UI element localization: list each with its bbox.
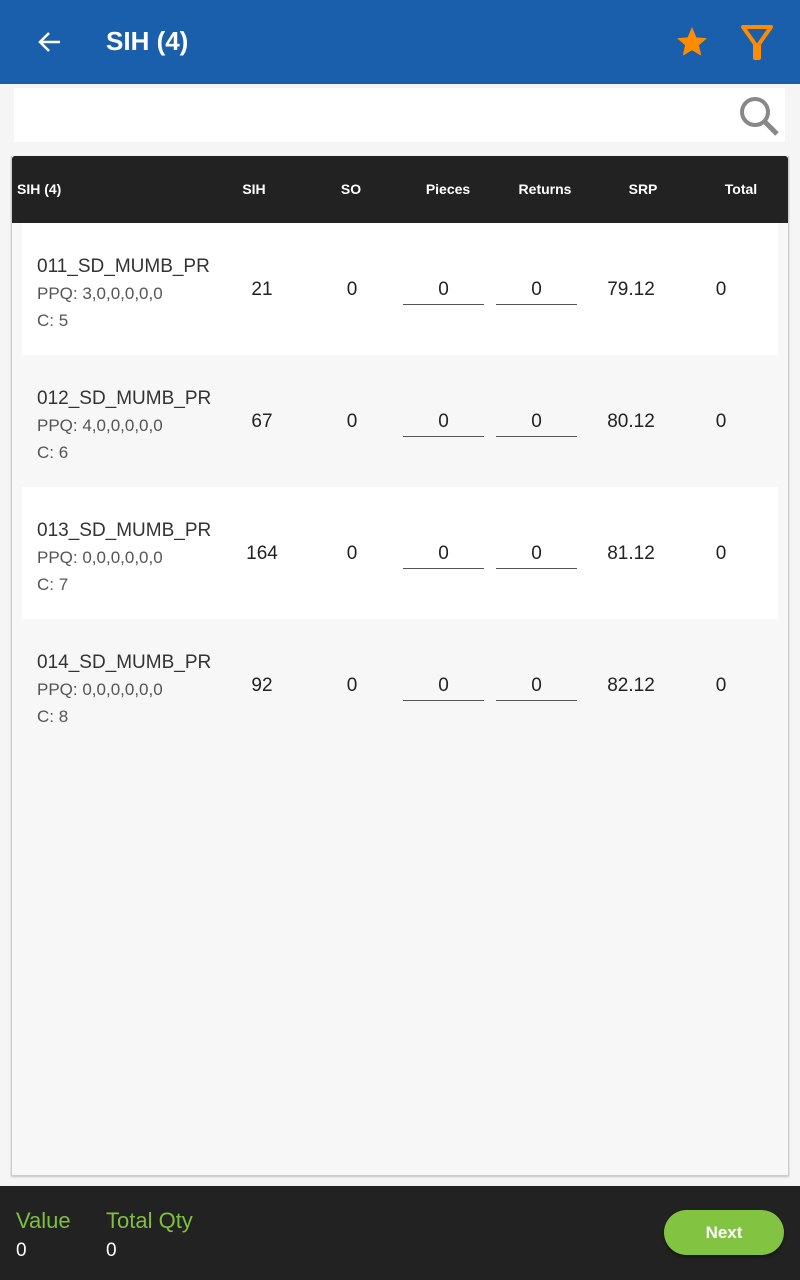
so-value: 0 [346,543,358,564]
product-info: 013_SD_MUMB_PR PPQ: 0,0,0,0,0,0 C: 7 [37,517,211,598]
table-header: SIH (4) SIH SO Pieces Returns SRP Total [12,156,788,223]
table-row: 013_SD_MUMB_PR PPQ: 0,0,0,0,0,0 C: 7 164… [22,487,778,619]
value-amount: 0 [16,1240,27,1261]
search-bar [14,88,785,142]
app-bar: SIH (4) [0,0,800,84]
total-value: 0 [715,543,727,564]
pieces-input[interactable] [403,407,484,437]
product-table: SIH (4) SIH SO Pieces Returns SRP Total … [11,156,789,1176]
product-name: 011_SD_MUMB_PR [37,256,210,277]
srp-value: 81.12 [607,543,655,564]
total-qty-label: Total Qty [106,1208,193,1233]
product-name: 012_SD_MUMB_PR [37,388,212,409]
product-c: C: 5 [37,311,69,330]
sih-value: 164 [246,543,278,564]
value-label: Value [16,1208,71,1233]
star-icon[interactable] [674,24,710,60]
col-header-srp: SRP [628,181,658,197]
product-c: C: 6 [37,443,69,462]
next-button[interactable]: Next [664,1210,784,1255]
total-value: 0 [715,675,727,696]
product-c: C: 7 [37,575,69,594]
col-header-pieces: Pieces [425,181,471,197]
table-row: 011_SD_MUMB_PR PPQ: 3,0,0,0,0,0 C: 5 21 … [22,223,778,355]
col-header-sih: SIH [242,181,266,197]
col-header-name: SIH (4) [17,181,62,197]
total-qty-amount: 0 [106,1240,117,1261]
so-value: 0 [346,279,358,300]
total-value: 0 [715,411,727,432]
sih-value: 92 [251,675,273,696]
product-info: 012_SD_MUMB_PR PPQ: 4,0,0,0,0,0 C: 6 [37,385,211,466]
product-info: 014_SD_MUMB_PR PPQ: 0,0,0,0,0,0 C: 8 [37,649,211,730]
product-name: 014_SD_MUMB_PR [37,652,212,673]
returns-input[interactable] [496,275,577,305]
product-ppq: PPQ: 4,0,0,0,0,0 [37,416,163,435]
page-title: SIH (4) [106,26,189,56]
srp-value: 79.12 [607,279,655,300]
returns-input[interactable] [496,539,577,569]
col-header-so: SO [340,181,362,197]
pieces-input[interactable] [403,539,484,569]
total-value: 0 [715,279,727,300]
table-row: 012_SD_MUMB_PR PPQ: 4,0,0,0,0,0 C: 6 67 … [22,355,778,487]
pieces-input[interactable] [403,671,484,701]
sih-value: 67 [251,411,273,432]
returns-input[interactable] [496,407,577,437]
so-value: 0 [346,675,358,696]
product-ppq: PPQ: 0,0,0,0,0,0 [37,548,163,567]
product-ppq: PPQ: 3,0,0,0,0,0 [37,284,163,303]
col-header-total: Total [724,181,758,197]
back-arrow-icon[interactable] [34,26,66,58]
so-value: 0 [346,411,358,432]
product-name: 013_SD_MUMB_PR [37,520,212,541]
footer-bar: Value 0 Total Qty 0 Next [0,1186,800,1280]
sih-value: 21 [251,279,273,300]
srp-value: 82.12 [607,675,655,696]
product-c: C: 8 [37,707,69,726]
srp-value: 80.12 [607,411,655,432]
product-info: 011_SD_MUMB_PR PPQ: 3,0,0,0,0,0 C: 5 [37,253,210,334]
col-header-returns: Returns [518,181,572,197]
returns-input[interactable] [496,671,577,701]
search-icon[interactable] [737,94,781,138]
search-input[interactable] [14,88,714,142]
pieces-input[interactable] [403,275,484,305]
table-row: 014_SD_MUMB_PR PPQ: 0,0,0,0,0,0 C: 8 92 … [22,619,778,751]
filter-icon[interactable] [740,24,774,60]
product-ppq: PPQ: 0,0,0,0,0,0 [37,680,163,699]
